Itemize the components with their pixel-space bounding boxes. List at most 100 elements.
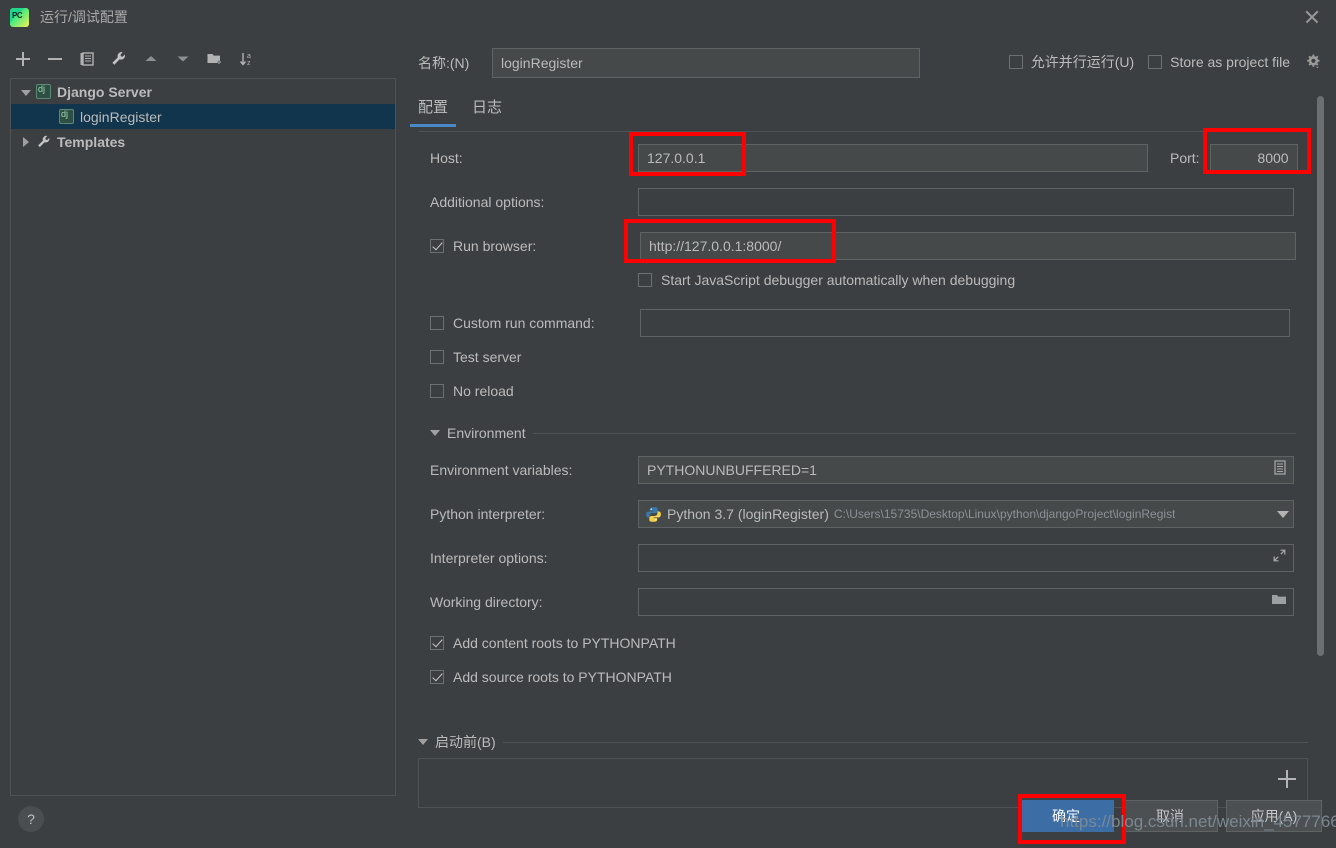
name-label: 名称:(N) bbox=[418, 55, 470, 71]
before-launch-label: 启动前(B) bbox=[435, 734, 496, 750]
tab-logs[interactable]: 日志 bbox=[472, 96, 502, 127]
move-up-button[interactable] bbox=[138, 46, 164, 72]
run-browser-label: Run browser: bbox=[453, 238, 537, 254]
chevron-down-icon[interactable] bbox=[19, 85, 33, 99]
js-debugger-checkbox[interactable] bbox=[638, 273, 652, 287]
additional-options-row: Additional options: bbox=[430, 188, 1294, 216]
scrollbar-thumb[interactable] bbox=[1317, 96, 1324, 656]
js-debugger-row[interactable]: Start JavaScript debugger automatically … bbox=[638, 272, 1015, 288]
python-interpreter-label: Python interpreter: bbox=[430, 506, 546, 522]
tab-configuration[interactable]: 配置 bbox=[409, 96, 457, 127]
run-browser-checkbox[interactable] bbox=[430, 239, 444, 253]
custom-run-command-input[interactable] bbox=[640, 309, 1290, 337]
no-reload-checkbox[interactable] bbox=[430, 384, 444, 398]
interpreter-options-row: Interpreter options: bbox=[430, 544, 1294, 572]
additional-options-input[interactable] bbox=[638, 188, 1294, 216]
add-content-roots-row[interactable]: Add content roots to PYTHONPATH bbox=[430, 635, 676, 651]
vertical-scrollbar[interactable] bbox=[1316, 96, 1325, 796]
remove-configuration-button[interactable] bbox=[42, 46, 68, 72]
chevron-down-icon[interactable] bbox=[1277, 510, 1289, 518]
pycharm-icon bbox=[10, 7, 29, 27]
chevron-down-icon[interactable] bbox=[430, 430, 440, 436]
watermark-text: https://blog.csdn.net/weixin_45777669 bbox=[1060, 812, 1336, 831]
test-server-label: Test server bbox=[453, 349, 522, 365]
host-label: Host: bbox=[430, 150, 463, 166]
custom-run-command-label: Custom run command: bbox=[453, 315, 595, 331]
add-source-roots-checkbox[interactable] bbox=[430, 670, 444, 684]
top-options: 允许并行运行(U) Store as project file bbox=[1008, 52, 1322, 72]
port-input[interactable] bbox=[1209, 144, 1298, 172]
copy-configuration-button[interactable] bbox=[74, 46, 100, 72]
add-configuration-button[interactable] bbox=[10, 46, 36, 72]
allow-parallel-run-checkbox[interactable]: 允许并行运行(U) bbox=[1008, 52, 1135, 72]
environment-section-header[interactable]: Environment bbox=[430, 425, 1296, 441]
configurations-tree[interactable]: Django Server loginRegister Templates bbox=[10, 78, 396, 796]
title-bar: 运行/调试配置 bbox=[0, 0, 1336, 34]
tree-item-label: Templates bbox=[57, 133, 126, 150]
help-button[interactable]: ? bbox=[18, 806, 44, 832]
tree-item-label: loginRegister bbox=[80, 108, 162, 125]
tree-item-django-server[interactable]: Django Server bbox=[11, 79, 395, 104]
test-server-row[interactable]: Test server bbox=[430, 349, 521, 365]
working-directory-input[interactable] bbox=[638, 588, 1294, 616]
allow-parallel-run-label: 允许并行运行(U) bbox=[1030, 54, 1135, 70]
settings-tabs: 配置 日志 bbox=[409, 96, 502, 127]
edit-list-icon[interactable] bbox=[1273, 460, 1287, 480]
add-task-plus-icon[interactable] bbox=[1277, 769, 1297, 789]
tree-item-label: Django Server bbox=[57, 83, 152, 100]
sort-configurations-button[interactable]: a z bbox=[234, 46, 260, 72]
python-interpreter-path: C:\Users\15735\Desktop\Linux\python\djan… bbox=[833, 507, 1176, 521]
expand-icon[interactable] bbox=[1272, 548, 1287, 568]
svg-text:z: z bbox=[247, 60, 251, 67]
run-debug-configurations-dialog: 运行/调试配置 bbox=[0, 0, 1336, 848]
add-source-roots-row[interactable]: Add source roots to PYTHONPATH bbox=[430, 669, 672, 685]
store-as-project-file-checkbox[interactable]: Store as project file bbox=[1148, 54, 1290, 70]
folder-icon[interactable] bbox=[1271, 593, 1287, 612]
interpreter-options-input[interactable] bbox=[638, 544, 1294, 572]
interpreter-options-label: Interpreter options: bbox=[430, 550, 548, 566]
tree-item-loginregister[interactable]: loginRegister bbox=[11, 104, 395, 129]
run-browser-url-input[interactable] bbox=[640, 232, 1296, 260]
section-divider bbox=[502, 741, 1308, 743]
edit-templates-wrench-icon[interactable] bbox=[106, 46, 132, 72]
test-server-checkbox[interactable] bbox=[430, 350, 444, 364]
env-vars-input[interactable] bbox=[638, 456, 1294, 484]
move-down-button[interactable] bbox=[170, 46, 196, 72]
run-browser-row: Run browser: bbox=[430, 232, 1296, 260]
name-input[interactable] bbox=[492, 48, 920, 78]
chevron-right-icon[interactable] bbox=[19, 135, 33, 149]
no-reload-row[interactable]: No reload bbox=[430, 383, 514, 399]
add-source-roots-label: Add source roots to PYTHONPATH bbox=[453, 669, 672, 685]
add-content-roots-checkbox[interactable] bbox=[430, 636, 444, 650]
store-as-project-file-label: Store as project file bbox=[1170, 54, 1290, 70]
custom-run-command-row: Custom run command: bbox=[430, 309, 1290, 337]
environment-section-label: Environment bbox=[447, 425, 526, 441]
no-reload-label: No reload bbox=[453, 383, 514, 399]
svg-text:a: a bbox=[247, 53, 251, 60]
add-content-roots-label: Add content roots to PYTHONPATH bbox=[453, 635, 676, 651]
close-icon[interactable] bbox=[1302, 7, 1322, 27]
working-directory-label: Working directory: bbox=[430, 594, 543, 610]
env-vars-label: Environment variables: bbox=[430, 462, 573, 478]
host-input[interactable] bbox=[638, 144, 1148, 172]
tree-item-templates[interactable]: Templates bbox=[11, 129, 395, 154]
chevron-down-icon[interactable] bbox=[418, 739, 428, 745]
additional-options-label: Additional options: bbox=[430, 194, 545, 210]
checkbox-box[interactable] bbox=[1008, 55, 1023, 69]
python-interpreter-value: Python 3.7 (loginRegister) bbox=[667, 506, 829, 522]
env-vars-row: Environment variables: bbox=[430, 456, 1294, 484]
new-folder-button[interactable] bbox=[202, 46, 228, 72]
before-launch-header[interactable]: 启动前(B) bbox=[418, 732, 1308, 752]
gear-icon[interactable] bbox=[1304, 53, 1322, 71]
checkbox-box[interactable] bbox=[1148, 55, 1163, 69]
host-row: Host: Port: bbox=[430, 144, 1298, 172]
django-icon bbox=[59, 109, 74, 124]
python-interpreter-select[interactable]: Python 3.7 (loginRegister) C:\Users\1573… bbox=[638, 500, 1294, 528]
python-interpreter-row: Python interpreter: Python 3.7 (loginReg… bbox=[430, 500, 1294, 528]
configurations-toolbar: a z bbox=[10, 42, 396, 76]
working-directory-row: Working directory: bbox=[430, 588, 1294, 616]
python-icon bbox=[645, 506, 662, 523]
custom-run-command-checkbox[interactable] bbox=[430, 316, 444, 330]
django-icon bbox=[36, 84, 51, 99]
section-divider bbox=[532, 432, 1296, 434]
